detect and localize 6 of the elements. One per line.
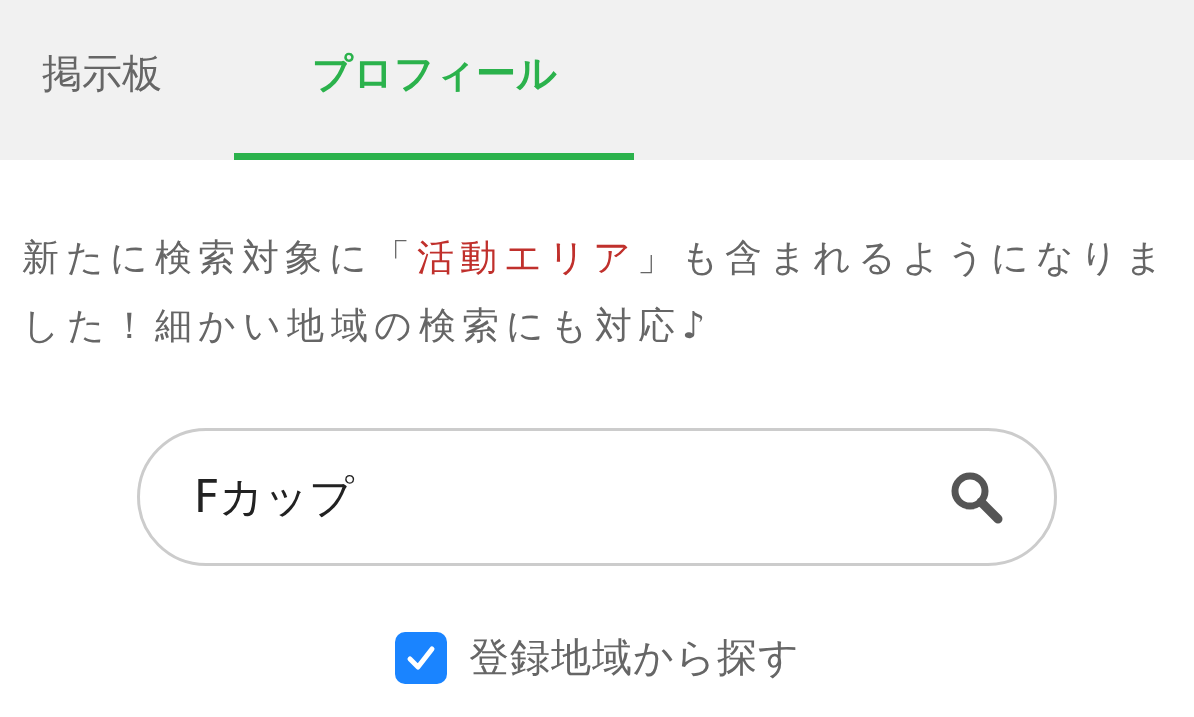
notice-text: 新たに検索対象に「活動エリア」も含まれるようになりました！細かい地域の検索にも対応♪ [21,235,1170,349]
search-icon[interactable] [949,470,1003,524]
search-field[interactable]: Fカップ [137,428,1057,566]
checkbox[interactable] [394,631,447,684]
tab[interactable]: 掲示板 [0,0,204,160]
checkbox-label[interactable]: 登録地域から探す [468,630,800,685]
